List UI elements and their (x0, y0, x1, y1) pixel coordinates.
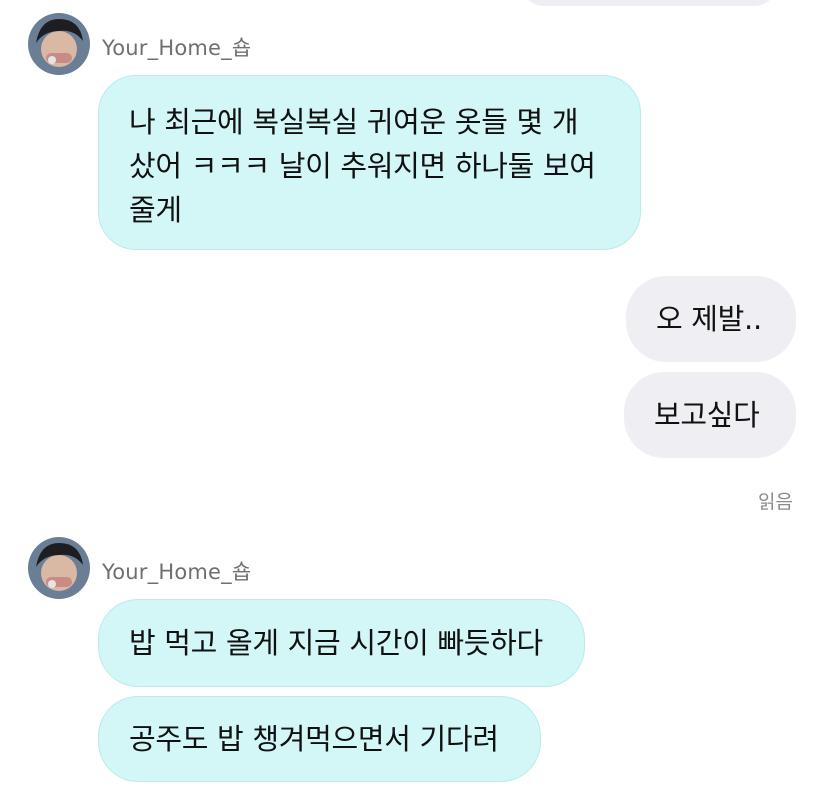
message-text: 공주도 밥 챙겨먹으면서 기다려 (129, 722, 499, 756)
message-line: 줄게 (129, 193, 182, 227)
message-text: 오 제발.. (656, 302, 762, 336)
sender-name: Your_Home_숍 (102, 560, 252, 584)
sender-avatar-icon[interactable] (28, 537, 90, 599)
incoming-message-bubble[interactable]: 나 최근에 복실복실 귀여운 옷들 몇 개 샀어 ㅋㅋㅋ 날이 추워지면 하나둘… (98, 75, 641, 250)
read-receipt: 읽음 (758, 491, 793, 513)
outgoing-message-bubble[interactable]: 보고싶다 (624, 372, 796, 458)
message-text: 밥 먹고 올게 지금 시간이 빠듯하다 (129, 626, 543, 660)
message-text: 보고싶다 (654, 398, 760, 432)
incoming-message-bubble[interactable]: 밥 먹고 올게 지금 시간이 빠듯하다 (98, 599, 585, 687)
incoming-message-bubble[interactable]: 공주도 밥 챙겨먹으면서 기다려 (98, 696, 541, 782)
outgoing-message-bubble[interactable]: 오 제발.. (626, 276, 796, 362)
message-line: 나 최근에 복실복실 귀여운 옷들 몇 개 (129, 105, 579, 139)
sender-avatar-icon[interactable] (28, 13, 90, 75)
sender-name: Your_Home_숍 (102, 36, 252, 60)
message-line: 샀어 ㅋㅋㅋ 날이 추워지면 하나둘 보여 (129, 149, 596, 183)
previous-message-bubble (520, 0, 778, 6)
